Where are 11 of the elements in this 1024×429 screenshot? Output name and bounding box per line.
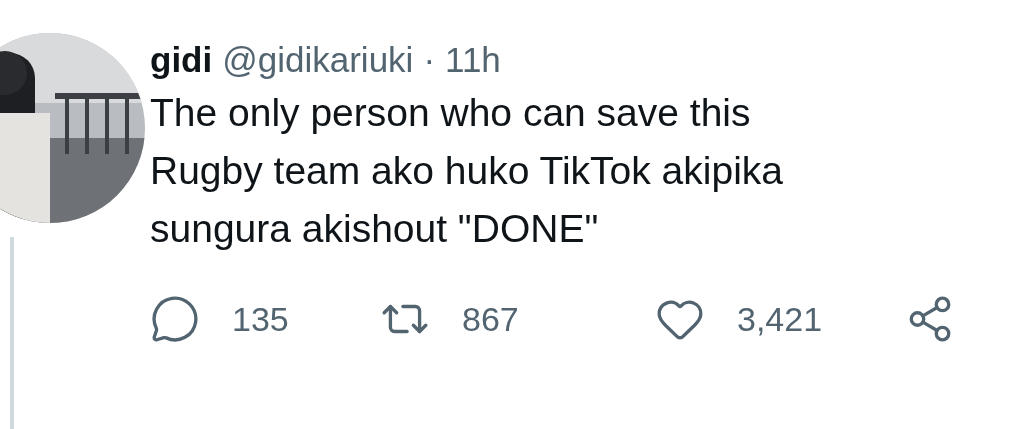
action-count: 3,421 (737, 299, 823, 339)
action-count: 135 (232, 299, 289, 339)
tweet-time[interactable]: 11h (445, 38, 501, 82)
reply-icon[interactable] (150, 294, 200, 344)
author-handle[interactable]: @gidikariuki (222, 38, 414, 82)
tweet-text: The only person who can save this (150, 90, 752, 136)
separator-dot: · (423, 39, 436, 81)
tweet-text: sungura akishout "DONE" (150, 206, 600, 252)
action-count: 867 (462, 299, 519, 339)
tweet-text: Rugby team ako huko TikTok akipika (150, 148, 784, 194)
author-name[interactable]: gidi (150, 38, 213, 82)
